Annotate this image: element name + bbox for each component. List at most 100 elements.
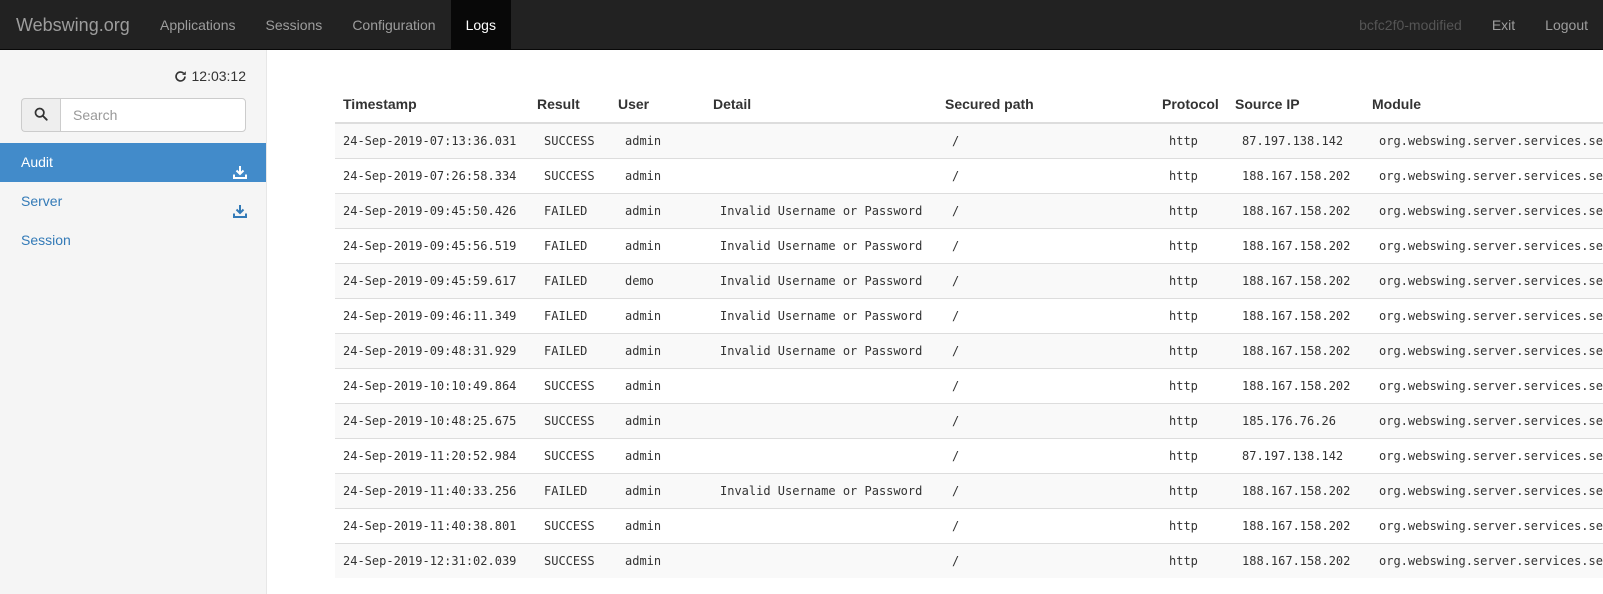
sidebar-item-session[interactable]: Session (0, 221, 266, 260)
module-cell: org.webswing.server.services.se (1364, 438, 1603, 474)
timestamp-cell: 24-Sep-2019-07:13:36.031 (335, 122, 529, 159)
column-header[interactable]: Module (1364, 86, 1603, 124)
timestamp-cell: 24-Sep-2019-09:45:56.519 (335, 228, 529, 264)
user-cell: demo (610, 263, 705, 299)
result-cell: SUCCESS (529, 368, 610, 404)
source-ip-cell: 188.167.158.202 (1227, 333, 1364, 369)
protocol-cell: http (1154, 508, 1227, 544)
detail-cell (705, 368, 937, 404)
timestamp-cell: 24-Sep-2019-12:31:02.039 (335, 543, 529, 578)
module-cell: org.webswing.server.services.se (1364, 403, 1603, 439)
table-row: 24-Sep-2019-07:13:36.031 SUCCESS admin / htt… (335, 122, 1603, 159)
download-icon[interactable] (233, 194, 247, 218)
protocol-cell: http (1154, 368, 1227, 404)
search-icon (34, 107, 48, 124)
secured-path-cell: / (937, 438, 1154, 474)
nav-sessions[interactable]: Sessions (251, 0, 338, 50)
source-ip-cell: 188.167.158.202 (1227, 158, 1364, 194)
table-row: 24-Sep-2019-11:40:33.256 FAILED admin Inval… (335, 473, 1603, 509)
secured-path-cell: / (937, 543, 1154, 578)
column-header[interactable]: Secured path (937, 86, 1154, 124)
right-nav: bcfc2f0-modified Exit Logout (1344, 0, 1603, 50)
brand-logo-link[interactable]: Webswing.org (16, 0, 130, 50)
search-group (21, 98, 246, 132)
column-header[interactable]: Detail (705, 86, 937, 124)
search-addon (21, 98, 60, 132)
nav-configuration[interactable]: Configuration (337, 0, 450, 50)
nav-applications[interactable]: Applications (145, 0, 251, 50)
log-type-list: Audit Server Session (0, 143, 266, 260)
protocol-cell: http (1154, 263, 1227, 299)
download-icon[interactable] (233, 155, 247, 179)
result-cell: SUCCESS (529, 122, 610, 159)
result-cell: SUCCESS (529, 508, 610, 544)
column-header[interactable]: User (610, 86, 705, 124)
column-header[interactable]: Protocol (1154, 86, 1227, 124)
source-ip-cell: 188.167.158.202 (1227, 228, 1364, 264)
column-header[interactable]: Result (529, 86, 610, 124)
user-cell: admin (610, 438, 705, 474)
user-cell: admin (610, 333, 705, 369)
refresh-time: 12:03:12 (191, 68, 247, 84)
refresh-icon[interactable] (174, 70, 187, 83)
module-cell: org.webswing.server.services.se (1364, 473, 1603, 509)
secured-path-cell: / (937, 298, 1154, 334)
user-cell: admin (610, 122, 705, 159)
detail-cell (705, 122, 937, 159)
protocol-cell: http (1154, 473, 1227, 509)
detail-cell (705, 438, 937, 474)
secured-path-cell: / (937, 263, 1154, 299)
refresh-control: 12:03:12 (174, 68, 247, 84)
detail-cell (705, 508, 937, 544)
result-cell: SUCCESS (529, 543, 610, 578)
sidebar-item-label: Server (21, 193, 63, 209)
table-row: 24-Sep-2019-10:10:49.864 SUCCESS admin / htt… (335, 368, 1603, 404)
result-cell: FAILED (529, 228, 610, 264)
table-row: 24-Sep-2019-09:45:59.617 FAILED demo Invali… (335, 263, 1603, 299)
sidebar-item-server[interactable]: Server (0, 182, 266, 221)
user-cell: admin (610, 473, 705, 509)
timestamp-cell: 24-Sep-2019-11:40:33.256 (335, 473, 529, 509)
detail-cell (705, 543, 937, 578)
sidebar: 12:03:12 Audit Server (0, 50, 267, 594)
timestamp-cell: 24-Sep-2019-11:40:38.801 (335, 508, 529, 544)
detail-cell (705, 403, 937, 439)
secured-path-cell: / (937, 158, 1154, 194)
nav-logout[interactable]: Logout (1530, 0, 1603, 50)
column-header[interactable]: Timestamp (335, 86, 529, 124)
protocol-cell: http (1154, 543, 1227, 578)
module-cell: org.webswing.server.services.se (1364, 508, 1603, 544)
secured-path-cell: / (937, 193, 1154, 229)
user-cell: admin (610, 228, 705, 264)
user-cell: admin (610, 368, 705, 404)
table-row: 24-Sep-2019-09:46:11.349 FAILED admin Inval… (335, 298, 1603, 334)
source-ip-cell: 188.167.158.202 (1227, 193, 1364, 229)
module-cell: org.webswing.server.services.se (1364, 122, 1603, 159)
sidebar-item-label: Session (21, 232, 71, 248)
table-row: 24-Sep-2019-09:45:50.426 FAILED admin Inval… (335, 193, 1603, 229)
module-cell: org.webswing.server.services.se (1364, 263, 1603, 299)
detail-cell: Invalid Username or Password (705, 473, 937, 509)
protocol-cell: http (1154, 228, 1227, 264)
nav-logs[interactable]: Logs (450, 0, 511, 50)
secured-path-cell: / (937, 508, 1154, 544)
detail-cell: Invalid Username or Password (705, 263, 937, 299)
secured-path-cell: / (937, 368, 1154, 404)
source-ip-cell: 188.167.158.202 (1227, 543, 1364, 578)
detail-cell: Invalid Username or Password (705, 298, 937, 334)
protocol-cell: http (1154, 438, 1227, 474)
protocol-cell: http (1154, 333, 1227, 369)
search-input[interactable] (60, 98, 246, 132)
main-nav: Applications Sessions Configuration Logs (145, 0, 511, 50)
nav-exit[interactable]: Exit (1477, 0, 1530, 50)
column-header[interactable]: Source IP (1227, 86, 1364, 124)
table-header-row: Timestamp Result User Detail Secured pat… (335, 86, 1603, 124)
sidebar-item-audit[interactable]: Audit (0, 143, 266, 182)
module-cell: org.webswing.server.services.se (1364, 158, 1603, 194)
result-cell: FAILED (529, 263, 610, 299)
result-cell: SUCCESS (529, 158, 610, 194)
table-row: 24-Sep-2019-09:48:31.929 FAILED admin Inval… (335, 333, 1603, 369)
detail-cell: Invalid Username or Password (705, 228, 937, 264)
source-ip-cell: 87.197.138.142 (1227, 438, 1364, 474)
timestamp-cell: 24-Sep-2019-11:20:52.984 (335, 438, 529, 474)
